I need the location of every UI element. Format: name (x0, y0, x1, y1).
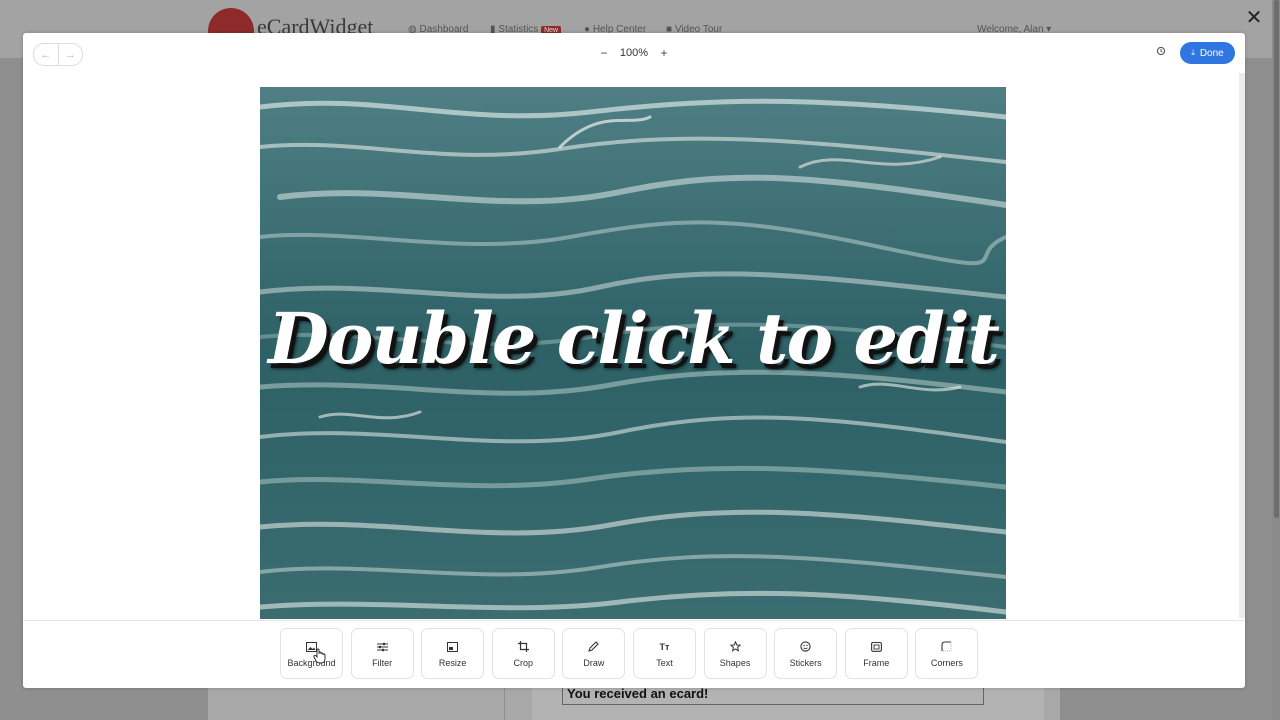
tool-crop[interactable]: Crop (491, 628, 555, 679)
zoom-control: − 100% + (579, 45, 689, 61)
card-headline-text[interactable]: Double click to edit (260, 297, 1006, 380)
close-icon[interactable]: ✕ (1244, 8, 1264, 28)
tool-shapes[interactable]: Shapes (703, 628, 767, 679)
pen-icon (588, 640, 600, 654)
download-icon: ⤓ (1191, 48, 1195, 57)
toolbar-divider (23, 620, 1245, 621)
tool-frame[interactable]: Frame (844, 628, 908, 679)
corners-icon (941, 640, 952, 654)
zoom-level: 100% (619, 47, 649, 59)
editor-toolbar: Background Filter Resize Crop Draw Tт Te… (280, 628, 990, 680)
card-canvas[interactable]: Double click to edit (260, 87, 1006, 619)
hand-cursor-icon (313, 648, 326, 664)
image-editor-modal: ← → − 100% + ⤓ Done Double click to edit… (23, 33, 1245, 688)
page-scrollbar-thumb[interactable] (1274, 0, 1279, 518)
tool-label: Shapes (719, 657, 751, 668)
arrow-left-icon: ← (40, 48, 52, 61)
tool-label: Stickers (789, 657, 822, 668)
done-button[interactable]: ⤓ Done (1180, 42, 1235, 64)
tool-stickers[interactable]: Stickers (774, 628, 838, 679)
tool-filter[interactable]: Filter (350, 628, 414, 679)
zoom-in-button[interactable]: + (656, 46, 672, 60)
frame-icon (870, 640, 882, 654)
done-label: Done (1199, 47, 1224, 59)
undo-redo-group: ← → (33, 43, 83, 66)
arrow-right-icon: → (64, 48, 76, 61)
sliders-icon (376, 640, 388, 654)
shapes-icon (729, 640, 741, 654)
tool-label: Background (287, 657, 336, 668)
zoom-out-button[interactable]: − (596, 46, 612, 60)
tool-label: Frame (863, 657, 890, 668)
crop-icon (517, 640, 529, 654)
tool-label: Draw (583, 657, 605, 668)
resize-icon (447, 640, 459, 654)
tool-background[interactable]: Background (280, 628, 343, 679)
tool-draw[interactable]: Draw (562, 628, 626, 679)
tool-label: Filter (372, 657, 393, 668)
sticker-icon (800, 640, 811, 654)
tool-corners[interactable]: Corners (915, 628, 979, 679)
tool-label: Resize (438, 657, 467, 668)
tool-resize[interactable]: Resize (421, 628, 485, 679)
undo-button[interactable]: ← (34, 44, 58, 65)
tool-label: Corners (930, 657, 963, 668)
text-icon: Tт (659, 641, 670, 652)
redo-button[interactable]: → (57, 44, 83, 65)
tool-text[interactable]: Tт Text (632, 628, 696, 679)
editor-scrollbar[interactable] (1239, 73, 1245, 618)
tool-label: Text (656, 657, 673, 668)
history-icon[interactable] (1151, 46, 1171, 62)
tool-label: Crop (513, 657, 534, 668)
